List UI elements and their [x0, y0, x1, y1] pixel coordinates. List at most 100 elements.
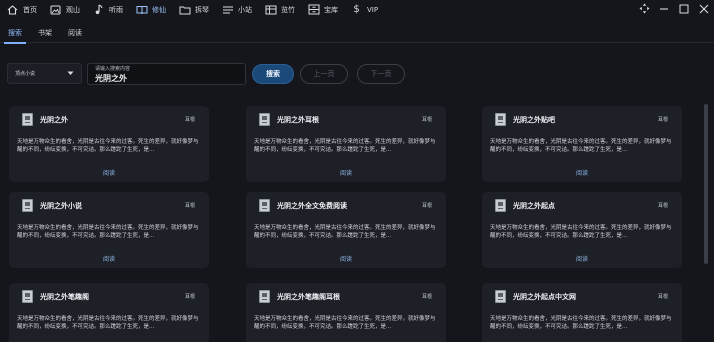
- read-button[interactable]: 阅读: [9, 168, 209, 177]
- result-card[interactable]: 光阴之外起点中文网 耳根 天地是万物众生的看舍，光阴是古往今来的过客。死生的差异…: [482, 283, 682, 342]
- result-title: 光阴之外小说: [40, 202, 82, 210]
- prev-page-button[interactable]: 上一页: [300, 64, 348, 84]
- move-icon[interactable]: [634, 0, 654, 17]
- search-field[interactable]: 请输入搜索内容: [87, 63, 246, 85]
- nav-item-xiuxian[interactable]: 修仙: [129, 0, 172, 19]
- book-icon: [135, 4, 148, 16]
- nav-item-lanzhu[interactable]: 览竹: [258, 0, 301, 19]
- next-page-button[interactable]: 下一页: [357, 64, 405, 84]
- result-author: 耳根: [184, 117, 195, 123]
- book-cover-icon: [259, 113, 270, 126]
- result-card[interactable]: 光阴之外 耳根 天地是万物众生的看舍，光阴是古往今来的过客。死生的差异，就好像梦…: [9, 106, 209, 182]
- sub-tabs: 搜索 书架 阅读: [0, 23, 714, 44]
- result-card[interactable]: 光阴之外小说 耳根 天地是万物众生的看舍，光阴是古往今来的过客。死生的差异，就好…: [9, 192, 209, 268]
- nav-item-tingyu[interactable]: 听雨: [86, 0, 129, 19]
- result-author: 耳根: [657, 117, 668, 123]
- result-title: 光阴之外: [40, 116, 68, 124]
- book-cover-icon: [22, 113, 33, 126]
- results-grid: 光阴之外 耳根 天地是万物众生的看舍，光阴是古往今来的过客。死生的差异，就好像梦…: [0, 104, 700, 342]
- result-title: 光阴之外起点: [513, 202, 555, 210]
- result-card[interactable]: 光阴之外笔趣阁耳根 耳根 天地是万物众生的看舍，光阴是古往今来的过客。死生的差异…: [246, 283, 446, 342]
- result-author: 耳根: [421, 117, 432, 123]
- home-icon: [6, 4, 19, 16]
- result-description: 天地是万物众生的看舍，光阴是古往今来的过客。死生的差异，就好像梦与醒的不同，纷纭…: [254, 316, 436, 330]
- book-cover-icon: [495, 113, 506, 126]
- result-card[interactable]: 光阴之外笔趣阁 耳根 天地是万物众生的看舍，光阴是古往今来的过客。死生的差异，就…: [9, 283, 209, 342]
- top-nav: 首页 观山 听雨 修仙 拆琴 小站 览竹 宝库 $ VIP: [0, 0, 714, 19]
- book-cover-icon: [22, 290, 33, 303]
- maximize-icon[interactable]: [674, 0, 694, 17]
- result-card[interactable]: 光阴之外贴吧 耳根 天地是万物众生的看舍，光阴是古往今来的过客。死生的差异，就好…: [482, 106, 682, 182]
- result-description: 天地是万物众生的看舍，光阴是古往今来的过客。死生的差异，就好像梦与醒的不同，纷纭…: [17, 316, 199, 330]
- result-author: 耳根: [184, 294, 195, 300]
- nav-item-xiaozhan[interactable]: 小站: [215, 0, 258, 19]
- nav-item-baoku[interactable]: 宝库: [301, 0, 344, 19]
- result-title: 光阴之外全文免费阅读: [277, 202, 347, 210]
- source-select[interactable]: 顶点小说: [7, 63, 82, 84]
- chevron-down-icon: [67, 71, 74, 78]
- result-title: 光阴之外耳根: [277, 116, 319, 124]
- tab-reading[interactable]: 阅读: [60, 23, 90, 43]
- nav-label: 修仙: [152, 5, 166, 14]
- result-description: 天地是万物众生的看舍，光阴是古往今来的过客。死生的差异，就好像梦与醒的不同，纷纭…: [490, 225, 672, 239]
- result-author: 耳根: [184, 203, 195, 209]
- close-icon[interactable]: [694, 0, 714, 17]
- result-description: 天地是万物众生的看舍，光阴是古往今来的过客。死生的差异，就好像梦与醒的不同，纷纭…: [17, 225, 199, 239]
- nav-item-vip[interactable]: $ VIP: [344, 0, 384, 19]
- results-scrollbar[interactable]: [703, 104, 709, 342]
- nav-item-chaiqin[interactable]: 拆琴: [172, 0, 215, 19]
- nav-label: 览竹: [281, 5, 295, 14]
- window-controls: [634, 0, 714, 17]
- nav-label: 观山: [66, 5, 80, 14]
- read-button[interactable]: 阅读: [9, 254, 209, 263]
- search-input[interactable]: [95, 72, 240, 84]
- result-author: 耳根: [421, 294, 432, 300]
- result-title: 光阴之外笔趣阁: [40, 293, 89, 301]
- result-author: 耳根: [657, 294, 668, 300]
- cabinet-icon: [307, 4, 320, 16]
- tab-bookshelf[interactable]: 书架: [30, 23, 60, 43]
- nav-label: 听雨: [109, 5, 123, 14]
- result-title: 光阴之外贴吧: [513, 116, 555, 124]
- nav-label: 首页: [23, 5, 37, 14]
- result-title: 光阴之外笔趣阁耳根: [277, 293, 340, 301]
- nav-label: 宝库: [324, 5, 338, 14]
- book-cover-icon: [259, 199, 270, 212]
- result-card[interactable]: 光阴之外全文免费阅读 耳根 天地是万物众生的看舍，光阴是古往今来的过客。死生的差…: [246, 192, 446, 268]
- book-cover-icon: [259, 290, 270, 303]
- result-description: 天地是万物众生的看舍，光阴是古往今来的过客。死生的差异，就好像梦与醒的不同，纷纭…: [254, 139, 436, 153]
- result-description: 天地是万物众生的看舍，光阴是古往今来的过客。死生的差异，就好像梦与醒的不同，纷纭…: [254, 225, 436, 239]
- music-note-icon: [92, 4, 105, 16]
- result-author: 耳根: [421, 203, 432, 209]
- minimize-icon[interactable]: [654, 0, 674, 17]
- columns-icon: [264, 4, 277, 16]
- read-button[interactable]: 阅读: [482, 254, 682, 263]
- folder-icon: [178, 4, 191, 16]
- nav-label: VIP: [367, 5, 379, 14]
- read-button[interactable]: 阅读: [246, 254, 446, 263]
- book-cover-icon: [22, 199, 33, 212]
- result-card[interactable]: 光阴之外耳根 耳根 天地是万物众生的看舍，光阴是古往今来的过客。死生的差异，就好…: [246, 106, 446, 182]
- search-field-label: 请输入搜索内容: [95, 66, 131, 72]
- image-icon: [49, 4, 62, 16]
- menu-list-icon: [221, 4, 234, 16]
- nav-item-home[interactable]: 首页: [0, 0, 43, 19]
- source-select-value: 顶点小说: [15, 71, 36, 77]
- book-cover-icon: [495, 290, 506, 303]
- read-button[interactable]: 阅读: [246, 168, 446, 177]
- result-title: 光阴之外起点中文网: [513, 293, 576, 301]
- dollar-icon: $: [353, 4, 360, 15]
- result-author: 耳根: [657, 203, 668, 209]
- result-description: 天地是万物众生的看舍，光阴是古往今来的过客。死生的差异，就好像梦与醒的不同，纷纭…: [490, 139, 672, 153]
- result-card[interactable]: 光阴之外起点 耳根 天地是万物众生的看舍，光阴是古往今来的过客。死生的差异，就好…: [482, 192, 682, 268]
- result-description: 天地是万物众生的看舍，光阴是古往今来的过客。死生的差异，就好像梦与醒的不同，纷纭…: [490, 316, 672, 330]
- read-button[interactable]: 阅读: [482, 168, 682, 177]
- nav-label: 小站: [238, 5, 252, 14]
- scrollbar-thumb[interactable]: [704, 104, 708, 264]
- tab-search[interactable]: 搜索: [0, 23, 30, 44]
- search-button[interactable]: 搜索: [252, 64, 294, 84]
- nav-item-guanshan[interactable]: 观山: [43, 0, 86, 19]
- book-cover-icon: [495, 199, 506, 212]
- result-description: 天地是万物众生的看舍，光阴是古往今来的过客。死生的差异，就好像梦与醒的不同，纷纭…: [17, 139, 199, 153]
- nav-label: 拆琴: [195, 5, 209, 14]
